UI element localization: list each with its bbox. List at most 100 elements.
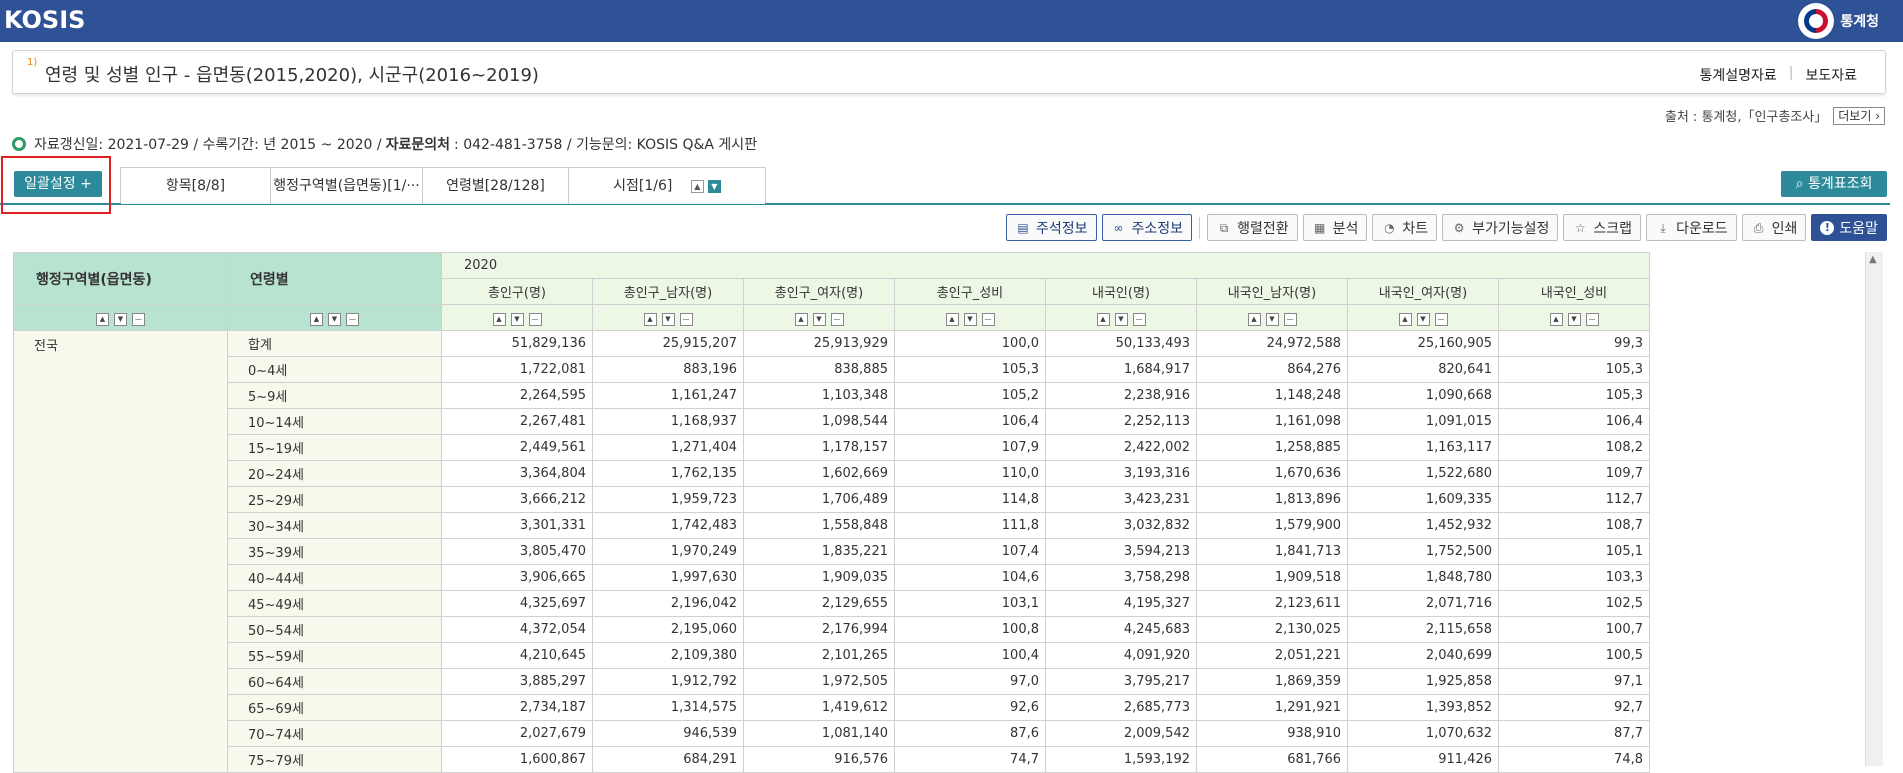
value-cell[interactable]: 4,195,327 xyxy=(1045,590,1197,617)
age-cell[interactable]: 60~64세 xyxy=(227,668,442,695)
row-header-age[interactable]: 연령별 xyxy=(227,252,442,305)
collapse-icon[interactable]: — xyxy=(132,312,145,326)
value-cell[interactable]: 105,3 xyxy=(1498,356,1650,383)
age-cell[interactable]: 15~19세 xyxy=(227,434,442,461)
value-cell[interactable]: 105,2 xyxy=(894,382,1046,409)
age-cell[interactable]: 50~54세 xyxy=(227,616,442,643)
value-cell[interactable]: 2,267,481 xyxy=(441,408,593,435)
value-cell[interactable]: 51,829,136 xyxy=(441,330,593,357)
value-cell[interactable]: 106,4 xyxy=(1498,408,1650,435)
value-cell[interactable]: 2,071,716 xyxy=(1347,590,1499,617)
value-cell[interactable]: 1,912,792 xyxy=(592,668,744,695)
value-cell[interactable]: 2,009,542 xyxy=(1045,720,1197,747)
column-header[interactable]: 총인구_남자(명) xyxy=(592,278,744,305)
value-cell[interactable]: 1,098,544 xyxy=(743,408,895,435)
age-cell[interactable]: 합계 xyxy=(227,330,442,357)
value-cell[interactable]: 916,576 xyxy=(743,746,895,773)
value-cell[interactable]: 106,4 xyxy=(894,408,1046,435)
chevron-up-icon[interactable]: ▲ xyxy=(690,179,704,193)
collapse-icon[interactable]: — xyxy=(528,312,542,326)
value-cell[interactable]: 1,163,117 xyxy=(1347,434,1499,461)
value-cell[interactable]: 1,670,636 xyxy=(1196,460,1348,487)
value-cell[interactable]: 1,925,858 xyxy=(1347,668,1499,695)
value-cell[interactable]: 2,422,002 xyxy=(1045,434,1197,461)
value-cell[interactable]: 946,539 xyxy=(592,720,744,747)
value-cell[interactable]: 1,869,359 xyxy=(1196,668,1348,695)
stat-description-link[interactable]: 통계설명자료 xyxy=(1699,65,1776,85)
value-cell[interactable]: 104,6 xyxy=(894,564,1046,591)
value-cell[interactable]: 1,090,668 xyxy=(1347,382,1499,409)
column-header[interactable]: 총인구_여자(명) xyxy=(743,278,895,305)
title-footnote-mark[interactable]: 1) xyxy=(27,57,37,68)
value-cell[interactable]: 1,258,885 xyxy=(1196,434,1348,461)
value-cell[interactable]: 1,970,249 xyxy=(592,538,744,565)
pivot-button[interactable]: ⧉ 행렬전환 xyxy=(1207,214,1298,241)
chevron-down-icon[interactable]: ▼ xyxy=(707,179,721,193)
column-header[interactable]: 내국인_여자(명) xyxy=(1347,278,1499,305)
region-cell[interactable]: 전국 xyxy=(13,330,228,773)
collapse-icon[interactable]: — xyxy=(1585,312,1599,326)
sort-up-icon[interactable]: ▲ xyxy=(1247,312,1261,326)
value-cell[interactable]: 74,7 xyxy=(894,746,1046,773)
value-cell[interactable]: 1,168,937 xyxy=(592,408,744,435)
column-header[interactable]: 내국인_성비 xyxy=(1498,278,1650,305)
value-cell[interactable]: 1,271,404 xyxy=(592,434,744,461)
value-cell[interactable]: 1,762,135 xyxy=(592,460,744,487)
value-cell[interactable]: 100,5 xyxy=(1498,642,1650,669)
value-cell[interactable]: 107,4 xyxy=(894,538,1046,565)
value-cell[interactable]: 938,910 xyxy=(1196,720,1348,747)
analysis-button[interactable]: ▦ 분석 xyxy=(1302,214,1368,241)
sort-down-icon[interactable]: ▼ xyxy=(812,312,826,326)
age-cell[interactable]: 0~4세 xyxy=(227,356,442,383)
value-cell[interactable]: 4,372,054 xyxy=(441,616,593,643)
value-cell[interactable]: 105,3 xyxy=(894,356,1046,383)
sort-up-icon[interactable]: ▲ xyxy=(643,312,657,326)
download-button[interactable]: ⤓ 다운로드 xyxy=(1646,214,1737,241)
value-cell[interactable]: 1,997,630 xyxy=(592,564,744,591)
value-cell[interactable]: 114,8 xyxy=(894,486,1046,513)
value-cell[interactable]: 111,8 xyxy=(894,512,1046,539)
value-cell[interactable]: 24,972,588 xyxy=(1196,330,1348,357)
value-cell[interactable]: 1,593,192 xyxy=(1045,746,1197,773)
age-cell[interactable]: 10~14세 xyxy=(227,408,442,435)
sort-down-icon[interactable]: ▼ xyxy=(328,312,341,326)
value-cell[interactable]: 3,906,665 xyxy=(441,564,593,591)
age-cell[interactable]: 70~74세 xyxy=(227,720,442,747)
sort-up-icon[interactable]: ▲ xyxy=(794,312,808,326)
value-cell[interactable]: 25,913,929 xyxy=(743,330,895,357)
value-cell[interactable]: 4,245,683 xyxy=(1045,616,1197,643)
value-cell[interactable]: 1,452,932 xyxy=(1347,512,1499,539)
value-cell[interactable]: 100,8 xyxy=(894,616,1046,643)
age-cell[interactable]: 5~9세 xyxy=(227,382,442,409)
value-cell[interactable]: 2,115,658 xyxy=(1347,616,1499,643)
value-cell[interactable]: 1,148,248 xyxy=(1196,382,1348,409)
collapse-icon[interactable]: — xyxy=(679,312,693,326)
collapse-icon[interactable]: — xyxy=(1283,312,1297,326)
value-cell[interactable]: 3,805,470 xyxy=(441,538,593,565)
age-cell[interactable]: 65~69세 xyxy=(227,694,442,721)
extra-settings-button[interactable]: ⚙ 부가기능설정 xyxy=(1442,214,1559,241)
column-header[interactable]: 총인구(명) xyxy=(441,278,593,305)
value-cell[interactable]: 25,915,207 xyxy=(592,330,744,357)
value-cell[interactable]: 681,766 xyxy=(1196,746,1348,773)
scrap-button[interactable]: ☆ 스크랩 xyxy=(1563,214,1642,241)
value-cell[interactable]: 1,091,015 xyxy=(1347,408,1499,435)
column-header[interactable]: 내국인(명) xyxy=(1045,278,1197,305)
value-cell[interactable]: 1,752,500 xyxy=(1347,538,1499,565)
help-button[interactable]: ! 도움말 xyxy=(1811,214,1887,241)
collapse-icon[interactable]: — xyxy=(346,312,359,326)
value-cell[interactable]: 4,325,697 xyxy=(441,590,593,617)
value-cell[interactable]: 1,706,489 xyxy=(743,486,895,513)
value-cell[interactable]: 2,130,025 xyxy=(1196,616,1348,643)
tab-region[interactable]: 행정구역별(읍면동)[1/··· xyxy=(271,168,423,204)
value-cell[interactable]: 2,734,187 xyxy=(441,694,593,721)
scroll-up-arrow-icon[interactable]: ▲ xyxy=(1869,254,1877,265)
value-cell[interactable]: 4,210,645 xyxy=(441,642,593,669)
age-cell[interactable]: 55~59세 xyxy=(227,642,442,669)
value-cell[interactable]: 110,0 xyxy=(894,460,1046,487)
value-cell[interactable]: 2,196,042 xyxy=(592,590,744,617)
value-cell[interactable]: 1,841,713 xyxy=(1196,538,1348,565)
press-release-link[interactable]: 보도자료 xyxy=(1805,65,1857,85)
value-cell[interactable]: 864,276 xyxy=(1196,356,1348,383)
value-cell[interactable]: 1,602,669 xyxy=(743,460,895,487)
